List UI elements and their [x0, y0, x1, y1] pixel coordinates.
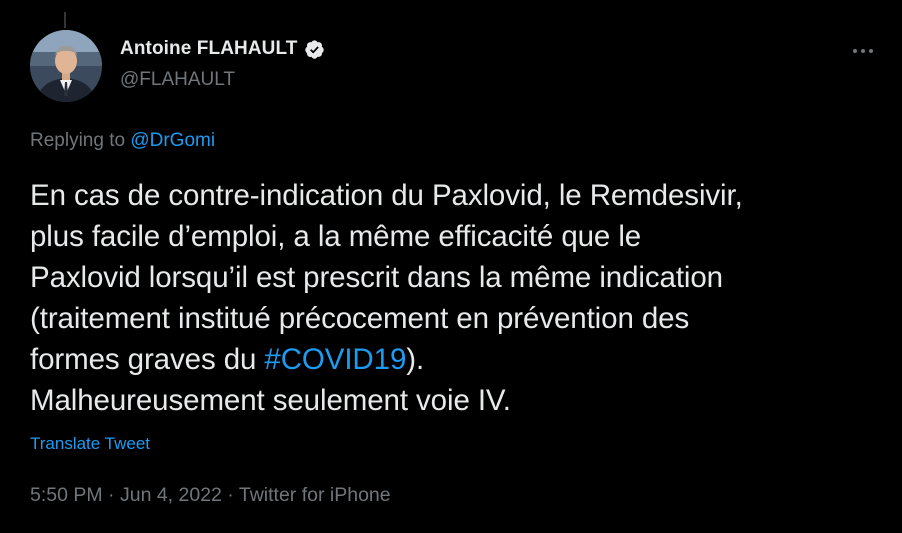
tweet-text-line: En cas de contre-indication du Paxlovid,… — [30, 179, 743, 212]
more-options-button[interactable] — [846, 38, 880, 64]
tweet-text-line: plus facile d’emploi, a la même efficaci… — [30, 220, 642, 253]
tweet-text-line: Paxlovid lorsqu’il est prescrit dans la … — [30, 261, 723, 294]
replying-to-label: Replying to — [30, 130, 131, 151]
replying-to: Replying to @DrGomi — [30, 130, 215, 152]
meta-separator: · — [102, 484, 120, 506]
tweet-body: En cas de contre-indication du Paxlovid,… — [30, 175, 880, 421]
tweet-text-line: formes graves du #COVID19). — [30, 339, 880, 380]
tweet-source[interactable]: Twitter for iPhone — [239, 484, 391, 506]
tweet-time[interactable]: 5:50 PM — [30, 484, 103, 506]
author-handle[interactable]: @FLAHAULT — [120, 69, 235, 91]
tweet-date[interactable]: Jun 4, 2022 — [120, 484, 222, 506]
meta-separator: · — [221, 484, 239, 506]
tweet-metadata: 5:50 PM · Jun 4, 2022 · Twitter for iPho… — [30, 484, 391, 507]
translate-tweet-link[interactable]: Translate Tweet — [30, 434, 150, 454]
author-display-name[interactable]: Antoine FLAHAULT — [120, 38, 298, 60]
author-name-row: Antoine FLAHAULT — [120, 38, 325, 60]
tweet-text-line: Malheureusement seulement voie IV. — [30, 384, 511, 417]
hashtag-link[interactable]: #COVID19 — [264, 343, 406, 376]
tweet-text-segment: ). — [406, 343, 425, 376]
reply-mention-link[interactable]: @DrGomi — [130, 130, 215, 151]
verified-badge-icon — [304, 39, 324, 59]
tweet-text-line: (traitement institué précocement en prév… — [30, 302, 690, 335]
more-options-icon — [853, 49, 873, 53]
tweet-text-segment: formes graves du — [30, 343, 265, 376]
user-avatar-icon — [30, 30, 102, 102]
thread-connector-line — [64, 12, 66, 28]
avatar[interactable] — [30, 30, 102, 102]
tweet-card: Antoine FLAHAULT @FLAHAULT Replying to @… — [0, 0, 902, 533]
